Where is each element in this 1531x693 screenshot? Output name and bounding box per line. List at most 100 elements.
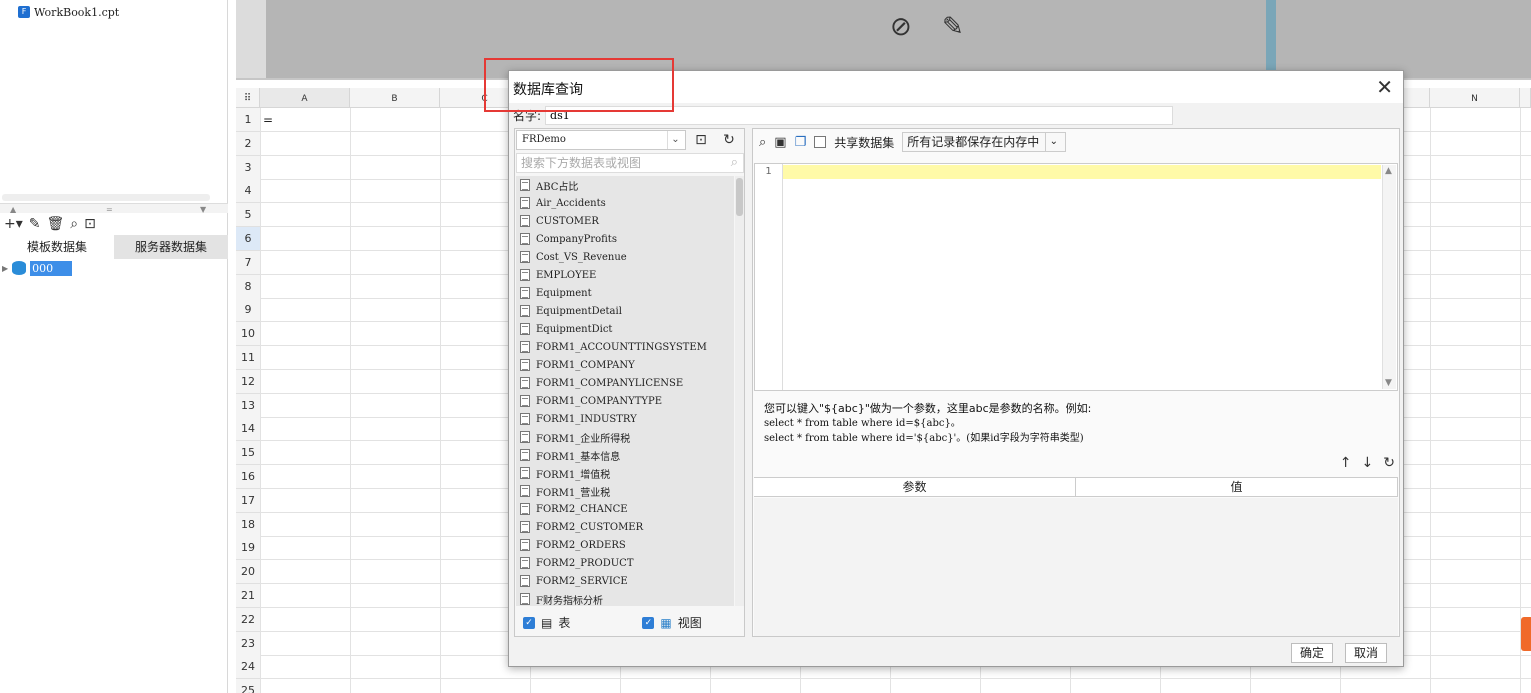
row-header[interactable]: 2 [236, 131, 260, 156]
row-header[interactable]: 12 [236, 369, 260, 394]
chevron-down-icon[interactable]: ⌄ [1045, 133, 1061, 151]
table-item[interactable]: FORM2_CUSTOMER [516, 518, 734, 536]
tree-item[interactable]: ▶ 000 [2, 260, 73, 276]
table-item[interactable]: FORM1_COMPANYLICENSE [516, 374, 734, 392]
table-item[interactable]: CompanyProfits [516, 230, 734, 248]
row-header[interactable]: 4 [236, 179, 260, 204]
row-header[interactable]: 25 [236, 679, 260, 693]
move-up-icon[interactable]: ↑ [1340, 455, 1352, 471]
select-all-corner[interactable]: ⠿ [236, 88, 260, 108]
table-item[interactable]: FORM1_基本信息 [516, 446, 734, 464]
row-header[interactable]: 20 [236, 560, 260, 585]
table-item[interactable]: ABC占比 [516, 176, 734, 194]
row-header[interactable]: 9 [236, 298, 260, 323]
table-filter-checkbox[interactable]: ✓ [523, 616, 535, 629]
share-dataset-checkbox[interactable] [814, 136, 827, 148]
refresh-icon[interactable]: ↻ [719, 131, 739, 149]
column-header[interactable]: A [260, 88, 350, 108]
table-item[interactable]: FORM2_SERVICE [516, 572, 734, 590]
table-item[interactable]: FORM1_营业税 [516, 482, 734, 500]
refresh-icon[interactable]: ↻ [1383, 455, 1395, 471]
table-item[interactable]: CUSTOMER [516, 212, 734, 230]
scrollbar-thumb[interactable] [736, 178, 743, 216]
row-header[interactable]: 23 [236, 631, 260, 656]
column-header[interactable]: B [350, 88, 440, 108]
ok-button[interactable]: 确定 [1291, 643, 1334, 663]
table-item[interactable]: Air_Accidents [516, 194, 734, 212]
view-filter-checkbox[interactable]: ✓ [642, 616, 655, 629]
search-icon[interactable]: ⌕ [731, 154, 738, 172]
editor-scrollbar[interactable]: ▲ ▼ [1382, 165, 1396, 389]
preview-icon[interactable]: ⌕ [759, 135, 766, 150]
table-item[interactable]: FORM1_企业所得税 [516, 428, 734, 446]
edit-pencil-icon[interactable]: ✎ [942, 12, 964, 42]
sql-editor[interactable]: 1 ▲ ▼ [754, 163, 1398, 391]
delete-icon[interactable]: 🗑 [47, 216, 65, 232]
table-item[interactable]: EquipmentDetail [516, 302, 734, 320]
row-header[interactable]: 10 [236, 322, 260, 347]
table-item[interactable]: Equipment [516, 284, 734, 302]
tree-item-label[interactable]: 000 [30, 260, 73, 276]
cancel-button[interactable]: 取消 [1345, 643, 1388, 663]
row-header[interactable]: 6 [236, 227, 260, 251]
database-icon [12, 261, 27, 275]
table-icon [520, 287, 530, 299]
connection-settings-icon[interactable]: ⊡ [691, 131, 711, 149]
tab-server-dataset[interactable]: 服务器数据集 [114, 235, 228, 259]
column-header[interactable]: N [1430, 88, 1520, 108]
table-search-input[interactable]: 搜索下方数据表或视图 ⌕ [516, 153, 744, 173]
row-header[interactable]: 15 [236, 441, 260, 466]
table-item[interactable]: FORM1_INDUSTRY [516, 410, 734, 428]
row-header[interactable]: 14 [236, 417, 260, 442]
close-icon[interactable]: ✕ [1376, 75, 1393, 99]
query-icon[interactable]: ⊡ [84, 216, 96, 232]
table-item[interactable]: F财务指标分析 [516, 590, 734, 606]
table-name: F财务指标分析 [536, 595, 603, 607]
table-item[interactable]: FORM2_CHANCE [516, 500, 734, 518]
scroll-down-icon[interactable]: ▼ [1385, 378, 1392, 388]
table-item[interactable]: FORM1_COMPANY [516, 356, 734, 374]
table-list-scrollbar[interactable] [735, 176, 744, 606]
row-header[interactable]: 16 [236, 465, 260, 489]
pane-divider[interactable]: ▲ = ▼ [0, 203, 228, 214]
horizontal-scrollbar[interactable] [2, 194, 210, 201]
scroll-up-icon[interactable]: ▲ [1385, 166, 1392, 176]
copy-icon[interactable]: ❐ [795, 135, 807, 150]
row-header[interactable]: 8 [236, 274, 260, 299]
save-icon[interactable]: ▣ [774, 135, 786, 150]
row-header[interactable]: 19 [236, 536, 260, 561]
file-item[interactable]: F WorkBook1.cpt [18, 4, 119, 20]
tab-template-dataset[interactable]: 模板数据集 [0, 235, 114, 259]
add-dataset-icon[interactable]: +▾ [4, 216, 23, 232]
floating-widget-icon[interactable] [1521, 617, 1531, 651]
table-item[interactable]: FORM1_增值税 [516, 464, 734, 482]
table-item[interactable]: FORM2_ORDERS [516, 536, 734, 554]
table-item[interactable]: Cost_VS_Revenue [516, 248, 734, 266]
row-header[interactable]: 11 [236, 346, 260, 370]
move-down-icon[interactable]: ↓ [1362, 455, 1374, 471]
row-header[interactable]: 18 [236, 512, 260, 537]
connection-select[interactable]: FRDemo ⌄ [516, 130, 686, 150]
chevron-down-icon[interactable]: ⌄ [667, 131, 683, 149]
preview-icon[interactable]: ⌕ [70, 216, 78, 232]
row-header[interactable]: 13 [236, 393, 260, 418]
hide-eye-icon[interactable]: ⊘ [890, 12, 912, 42]
table-item[interactable]: FORM1_ACCOUNTTINGSYSTEM [516, 338, 734, 356]
edit-icon[interactable]: ✎ [29, 216, 41, 232]
row-header[interactable]: 17 [236, 488, 260, 513]
cell-a1[interactable]: = [263, 113, 273, 127]
row-header[interactable]: 3 [236, 155, 260, 180]
table-item[interactable]: FORM1_COMPANYTYPE [516, 392, 734, 410]
expand-arrow-icon[interactable]: ▶ [2, 264, 8, 273]
table-item[interactable]: EMPLOYEE [516, 266, 734, 284]
row-header[interactable]: 5 [236, 203, 260, 228]
row-header[interactable]: 7 [236, 250, 260, 275]
table-item[interactable]: FORM2_PRODUCT [516, 554, 734, 572]
parameter-table-body[interactable] [754, 498, 1398, 636]
table-item[interactable]: EquipmentDict [516, 320, 734, 338]
row-header[interactable]: 1 [236, 108, 260, 132]
row-header[interactable]: 22 [236, 607, 260, 632]
memory-mode-select[interactable]: 所有记录都保存在内存中 ⌄ [902, 132, 1067, 152]
row-header[interactable]: 24 [236, 655, 260, 680]
row-header[interactable]: 21 [236, 584, 260, 608]
